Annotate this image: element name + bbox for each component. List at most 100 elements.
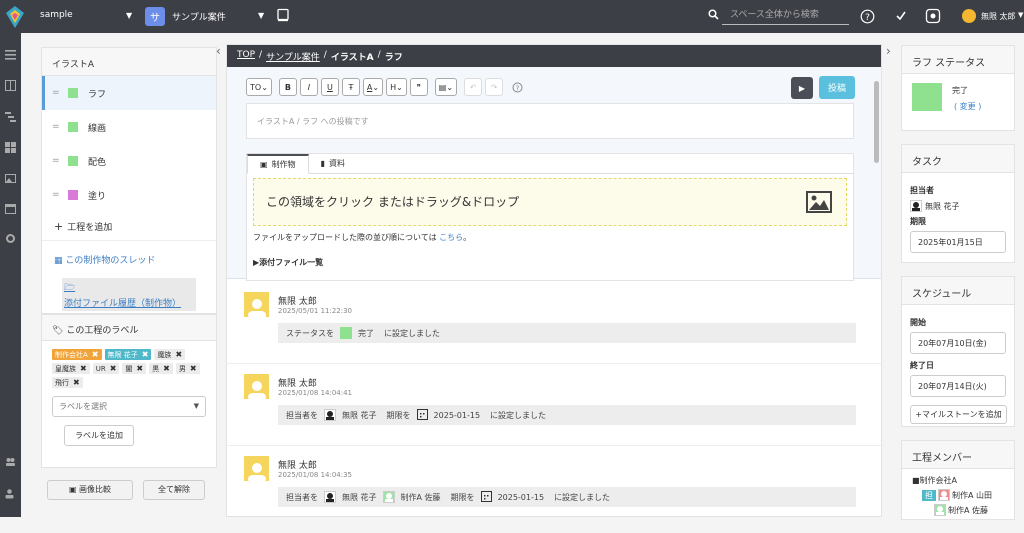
members-title: 工程メンバー — [902, 441, 1014, 469]
post-button[interactable]: 投稿 — [819, 76, 855, 99]
breadcrumb-top[interactable]: TOP — [237, 50, 255, 62]
step-item[interactable]: = ラフ — [42, 76, 216, 110]
collapse-left-icon[interactable]: ‹ — [216, 44, 221, 58]
avatar — [934, 504, 946, 516]
search-input[interactable] — [722, 6, 849, 25]
member-item[interactable]: 制作A 佐藤 — [934, 504, 1004, 516]
underline-button[interactable]: U — [320, 78, 339, 96]
remove-tag-icon[interactable]: ✖ — [142, 350, 149, 359]
tab-product[interactable]: ▣ 制作物 — [247, 154, 309, 174]
main-panel: TOP / サンプル案件 / イラストA / ラフ TO ⌄ B I U Ŧ A ⌄ H ⌄… — [226, 44, 882, 517]
caret-down-icon[interactable]: ▼ — [258, 11, 264, 20]
font-size-button[interactable]: TO ⌄ — [246, 78, 272, 96]
drag-handle-icon[interactable]: = — [52, 122, 68, 132]
sidebar-actions: ▣ 画像比較 全て解除 — [47, 480, 205, 500]
strikethrough-button[interactable]: Ŧ — [341, 78, 360, 96]
remove-tag-icon[interactable]: ✖ — [175, 350, 182, 359]
clear-all-button[interactable]: 全て解除 — [143, 480, 205, 500]
status-text: 完了 — [358, 328, 374, 338]
project-name[interactable]: サンプル案件 — [172, 10, 226, 23]
help-icon[interactable]: ? — [859, 8, 875, 24]
remove-tag-icon[interactable]: ✖ — [80, 364, 87, 373]
avatar — [324, 491, 336, 503]
heading-button[interactable]: H ⌄ — [386, 78, 407, 96]
history-link[interactable]: 🗁 添付ファイル履歴（制作物） — [62, 278, 196, 311]
text-color-button[interactable]: A ⌄ — [362, 78, 384, 96]
remove-tag-icon[interactable]: ✖ — [190, 364, 197, 373]
remove-tag-icon[interactable]: ✖ — [163, 364, 170, 373]
gear-icon[interactable] — [5, 233, 16, 244]
label-select[interactable]: ラベルを選択 ▼ — [52, 396, 206, 417]
caret-down-icon[interactable]: ▼ — [1018, 11, 1023, 19]
workspace-name[interactable]: sample — [40, 10, 73, 20]
bold-button[interactable]: B — [278, 78, 297, 96]
board-icon[interactable] — [5, 80, 16, 91]
help-icon[interactable]: ? — [512, 78, 523, 96]
step-item[interactable]: = 線画 — [42, 110, 216, 144]
step-item[interactable]: = 配色 — [42, 144, 216, 178]
image-icon[interactable] — [5, 173, 16, 184]
collapse-right-icon[interactable]: › — [886, 44, 891, 58]
tab-material[interactable]: ▮ 資料 — [309, 154, 357, 173]
history-link-label: 添付ファイル履歴（制作物） — [64, 299, 182, 309]
avatar — [244, 374, 269, 399]
template-button[interactable]: ▤ ⌄ — [434, 78, 458, 96]
book-icon[interactable] — [276, 8, 290, 25]
remove-tag-icon[interactable]: ✖ — [136, 364, 143, 373]
task-title: タスク — [902, 145, 1014, 173]
user-avatar[interactable] — [962, 9, 976, 23]
remove-tag-icon[interactable]: ✖ — [110, 364, 117, 373]
thread-link[interactable]: ▦ この制作物のスレッド — [42, 249, 216, 270]
due-date-input[interactable]: 2025年01月15日 — [910, 231, 1006, 253]
tag-text: 男 — [178, 364, 186, 373]
drag-handle-icon[interactable]: = — [52, 88, 68, 98]
check-icon[interactable] — [893, 8, 909, 24]
calendar-icon[interactable] — [5, 203, 16, 214]
remove-tag-icon[interactable]: ✖ — [92, 350, 99, 359]
add-label-button[interactable]: ラベルを追加 — [64, 425, 134, 446]
left-nav — [0, 33, 21, 517]
undo-button[interactable]: ↶ — [464, 78, 483, 96]
step-label: 線画 — [88, 123, 107, 134]
file-dropzone[interactable]: この領域をクリック またはドラッグ&ドロップ — [253, 178, 847, 226]
breadcrumb-project[interactable]: サンプル案件 — [266, 50, 320, 63]
attachment-list-toggle[interactable]: ▶添付ファイル一覧 — [247, 249, 853, 276]
upload-note-link[interactable]: こちら — [439, 233, 463, 242]
list-icon[interactable] — [5, 49, 16, 60]
team-icon[interactable] — [5, 456, 16, 467]
italic-button[interactable]: I — [299, 78, 318, 96]
preview-button[interactable]: ▶ — [791, 77, 813, 99]
remove-tag-icon[interactable]: ✖ — [73, 378, 80, 387]
change-status-link[interactable]: ( 変更 ) — [954, 101, 981, 112]
compare-images-button[interactable]: ▣ 画像比較 — [47, 480, 133, 500]
caret-down-icon[interactable]: ▼ — [126, 11, 132, 20]
member-item[interactable]: 担 制作A 山田 — [922, 489, 1004, 501]
breadcrumb-illust[interactable]: イラストA — [331, 50, 374, 63]
quote-button[interactable]: ❞ — [409, 78, 428, 96]
project-badge: サ — [145, 7, 165, 26]
gantt-icon[interactable] — [5, 111, 16, 122]
redo-button[interactable]: ↷ — [485, 78, 504, 96]
end-date-input[interactable]: 20年07月14日(火) — [910, 375, 1006, 397]
due-date: 2025-01-15 — [433, 410, 481, 420]
members-body: ■制作会社A 担 制作A 山田 制作A 佐藤 — [902, 469, 1014, 519]
start-date-input[interactable]: 20年07月10日(金) — [910, 332, 1006, 354]
user-settings-icon[interactable] — [5, 488, 16, 499]
post-textarea[interactable]: イラストA / ラフ への投稿です — [246, 103, 854, 139]
drag-handle-icon[interactable]: = — [52, 156, 68, 166]
drag-handle-icon[interactable]: = — [52, 190, 68, 200]
tag-text: 黒 — [152, 364, 160, 373]
label-tag: 闇 ✖ — [122, 363, 147, 374]
grid-icon[interactable] — [5, 142, 16, 153]
notification-icon[interactable] — [925, 8, 941, 24]
add-step-button[interactable]: + 工程を追加 — [42, 212, 216, 240]
user-name[interactable]: 無限 太郎 — [981, 11, 1016, 22]
assignee[interactable]: 無限 花子 — [910, 200, 1006, 212]
members-panel: 工程メンバー ■制作会社A 担 制作A 山田 制作A 佐藤 — [901, 440, 1015, 520]
app-logo[interactable] — [0, 0, 30, 33]
tag-text: 制作会社A — [55, 350, 88, 359]
add-milestone-button[interactable]: +マイルストーンを追加 — [910, 405, 1007, 424]
step-item[interactable]: = 塗り — [42, 178, 216, 212]
scrollbar[interactable] — [874, 81, 879, 163]
label-panel: 🏷 この工程のラベル 制作会社A ✖ 無限 花子 ✖ 魔族 ✖ 皇魔族 ✖ UR ✖ 闇 ✖… — [41, 314, 217, 468]
